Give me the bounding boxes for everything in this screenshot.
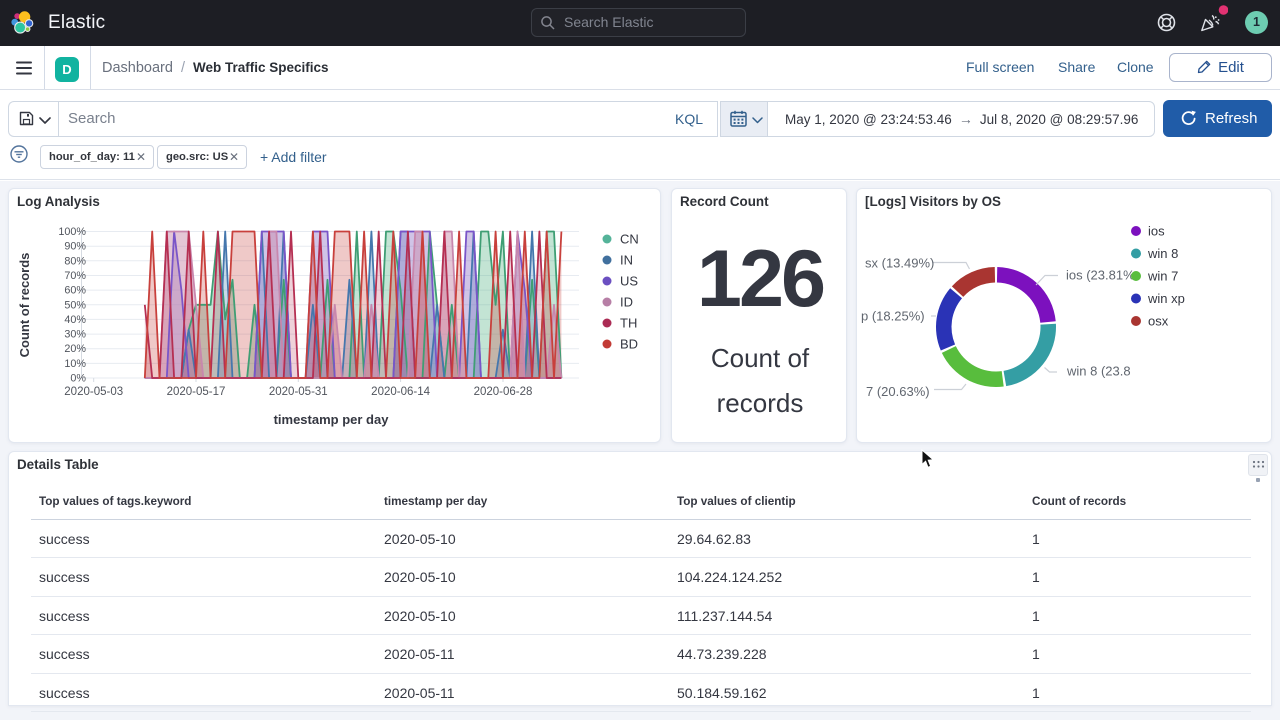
svg-text:2020-05-03: 2020-05-03 xyxy=(64,386,123,398)
svg-text:win xp: win xp xyxy=(1147,291,1185,306)
svg-text:100%: 100% xyxy=(58,226,86,238)
svg-text:win 7: win 7 xyxy=(1147,269,1178,284)
svg-text:win 8: win 8 xyxy=(1147,246,1178,261)
svg-text:Count of records: Count of records xyxy=(17,253,32,358)
svg-text:70%: 70% xyxy=(64,270,86,282)
svg-text:7 (20.63%): 7 (20.63%) xyxy=(866,384,930,399)
svg-text:CN: CN xyxy=(620,232,639,247)
svg-text:timestamp per day: timestamp per day xyxy=(274,412,390,427)
svg-text:20%: 20% xyxy=(64,343,86,355)
svg-text:10%: 10% xyxy=(64,358,86,370)
svg-text:win 8 (23.8: win 8 (23.8 xyxy=(1066,364,1131,379)
svg-text:ios (23.81%: ios (23.81% xyxy=(1066,268,1135,283)
svg-text:0%: 0% xyxy=(70,373,86,385)
svg-text:ios: ios xyxy=(1148,224,1165,239)
svg-text:80%: 80% xyxy=(64,255,86,267)
svg-text:2020-06-28: 2020-06-28 xyxy=(474,386,533,398)
svg-text:p (18.25%): p (18.25%) xyxy=(861,309,925,324)
svg-text:60%: 60% xyxy=(64,285,86,297)
svg-text:2020-05-17: 2020-05-17 xyxy=(167,386,226,398)
svg-text:osx: osx xyxy=(1148,314,1169,329)
svg-text:US: US xyxy=(620,274,638,289)
svg-text:IN: IN xyxy=(620,253,633,268)
svg-text:40%: 40% xyxy=(64,314,86,326)
svg-text:sx (13.49%): sx (13.49%) xyxy=(865,256,934,271)
svg-text:90%: 90% xyxy=(64,241,86,253)
svg-text:TH: TH xyxy=(620,316,637,331)
svg-text:BD: BD xyxy=(620,337,638,352)
svg-text:2020-05-31: 2020-05-31 xyxy=(269,386,328,398)
svg-text:ID: ID xyxy=(620,295,633,310)
svg-text:2020-06-14: 2020-06-14 xyxy=(371,386,430,398)
svg-text:50%: 50% xyxy=(64,299,86,311)
svg-text:30%: 30% xyxy=(64,329,86,341)
